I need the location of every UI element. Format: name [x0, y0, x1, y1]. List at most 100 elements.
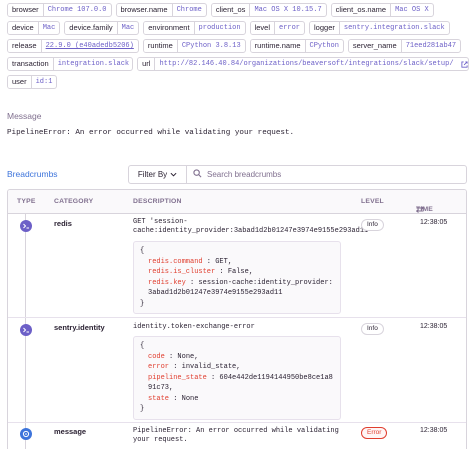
tag-key: transaction [8, 58, 54, 70]
tag-key: device.family [65, 22, 118, 34]
tag-value[interactable]: Chrome [173, 4, 206, 16]
column-header-category: CATEGORY [54, 198, 94, 205]
data-line: redis.command : GET, [148, 257, 233, 266]
tag-url[interactable]: url http://82.146.40.84/organizations/bea… [137, 57, 469, 71]
terminal-icon [20, 220, 32, 232]
tag-browser[interactable]: browser Chrome 107.0.0 [7, 3, 112, 17]
tag-logger[interactable]: logger sentry.integration.slack [309, 21, 450, 35]
search-icon [193, 169, 202, 180]
data-line: error : invalid_state, [148, 363, 241, 371]
breadcrumb-data: { code : None, error : invalid_state, pi… [133, 336, 341, 420]
breadcrumb-category: sentry.identity [54, 323, 105, 332]
tag-value[interactable]: CPython 3.8.13 [178, 40, 245, 52]
data-value: None [181, 394, 199, 403]
data-line: code : None, [148, 352, 199, 361]
column-header-type: TYPE [17, 198, 36, 205]
breadcrumb-data: { redis.command : GET, redis.is_cluster … [133, 241, 341, 314]
tag-row: user id:1 [7, 75, 469, 89]
level-badge: Info [361, 323, 384, 335]
data-line: redis.is_cluster : False, [148, 268, 254, 276]
breadcrumb-description: GET 'session-cache:identity_provider:3ab… [133, 218, 373, 235]
tag-value-link[interactable]: 22.9.0 (e40adedb5206) [42, 40, 138, 52]
data-key: pipeline_state [148, 373, 207, 382]
data-line: pipeline_state : 604e442de1194144950be8c… [148, 373, 333, 393]
message-text: PipelineError: An error occurred while v… [7, 129, 295, 137]
level-badge: Error [361, 427, 388, 439]
tag-runtime-name[interactable]: runtime.name CPython [249, 39, 344, 53]
chevron-down-icon [170, 170, 177, 179]
tag-device-family[interactable]: device.family Mac [64, 21, 140, 35]
filter-by-button[interactable]: Filter By [128, 165, 187, 184]
tag-value[interactable]: http://82.146.40.84/organizations/beaver… [155, 58, 457, 70]
breadcrumbs-table-header: TYPE CATEGORY DESCRIPTION LEVEL TIME [8, 190, 466, 214]
tag-release[interactable]: release 22.9.0 (e40adedb5206) [7, 39, 139, 53]
breadcrumbs-title[interactable]: Breadcrumbs [7, 169, 58, 179]
tag-key: level [250, 22, 275, 34]
tag-device[interactable]: device Mac [7, 21, 61, 35]
breadcrumb-category: redis [54, 219, 72, 228]
tag-row: browser Chrome 107.0.0 browser.name Chrome… [7, 3, 469, 17]
tag-environment[interactable]: environment production [143, 21, 246, 35]
tag-key: release [8, 40, 42, 52]
data-key: code [148, 352, 165, 361]
tag-client-os[interactable]: client_os Mac OS X 10.15.7 [210, 3, 327, 17]
data-value: False, [227, 268, 254, 276]
data-line: state : None [148, 394, 199, 403]
tag-value[interactable]: sentry.integration.slack [340, 22, 449, 34]
tag-key: user [8, 76, 32, 88]
breadcrumb-row[interactable]: sentry.identity identity.token-exchange-… [8, 318, 466, 423]
time-header-label: TIME [416, 206, 434, 213]
tag-value[interactable]: error [275, 22, 304, 34]
tag-row: transaction integration.slack url http://8… [7, 57, 469, 71]
tag-key: url [138, 58, 156, 70]
error-icon [20, 428, 32, 440]
search-breadcrumbs-input[interactable] [207, 170, 447, 179]
column-header-level: LEVEL [361, 198, 384, 205]
data-key: error [148, 363, 170, 371]
data-value: GET, [215, 257, 233, 266]
level-badge: Info [361, 219, 384, 231]
data-key: redis.key [148, 278, 186, 287]
tag-key: runtime.name [250, 40, 306, 52]
breadcrumb-category: message [54, 427, 87, 436]
tag-row: device Mac device.family Mac environment pr… [7, 21, 469, 35]
tag-value[interactable]: id:1 [32, 76, 57, 88]
breadcrumb-description: identity.token-exchange-error [133, 323, 255, 331]
breadcrumb-time: 12:38:05 [420, 427, 448, 434]
tag-value[interactable]: 71eed281ab47 [402, 40, 460, 52]
tag-user[interactable]: user id:1 [7, 75, 58, 89]
tag-key: runtime [143, 40, 178, 52]
breadcrumb-time: 12:38:05 [420, 323, 448, 330]
data-close-brace: } [140, 405, 145, 413]
tag-server-name[interactable]: server_name 71eed281ab47 [347, 39, 462, 53]
data-key: redis.is_cluster [148, 268, 216, 276]
tag-value[interactable]: Chrome 107.0.0 [44, 4, 111, 16]
tag-value[interactable]: integration.slack [54, 58, 132, 70]
tag-value[interactable]: Mac [39, 22, 60, 34]
data-close-brace: } [140, 299, 145, 308]
tag-value[interactable]: Mac OS X 10.15.7 [250, 4, 325, 16]
tag-value[interactable]: CPython [306, 40, 343, 52]
tag-value[interactable]: production [195, 22, 245, 34]
breadcrumb-row[interactable]: redis GET 'session-cache:identity_provid… [8, 214, 466, 318]
tag-key: browser [8, 4, 44, 16]
search-breadcrumbs-box[interactable] [186, 165, 467, 184]
breadcrumb-row[interactable]: message PipelineError: An error occurred… [8, 423, 466, 449]
tag-transaction[interactable]: transaction integration.slack [7, 57, 134, 71]
tag-browser-name[interactable]: browser.name Chrome [115, 3, 207, 17]
tag-client-os-name[interactable]: client_os.name Mac OS X [330, 3, 434, 17]
data-key: redis.command [148, 257, 203, 266]
tag-value[interactable]: Mac OS X [391, 4, 433, 16]
data-open-brace: { [140, 342, 145, 350]
breadcrumb-description: PipelineError: An error occurred while v… [133, 427, 339, 444]
data-key: state [148, 394, 170, 403]
tag-value[interactable]: Mac [118, 22, 139, 34]
tag-level[interactable]: level error [249, 21, 306, 35]
external-link-icon[interactable] [458, 58, 468, 70]
breadcrumbs-table: TYPE CATEGORY DESCRIPTION LEVEL TIME red… [7, 189, 467, 449]
tag-runtime[interactable]: runtime CPython 3.8.13 [142, 39, 246, 53]
tag-key: server_name [348, 40, 402, 52]
breadcrumb-time: 12:38:05 [420, 219, 448, 226]
data-value: invalid_state, [181, 363, 241, 371]
tags-section: browser Chrome 107.0.0 browser.name Chrome… [7, 3, 469, 93]
